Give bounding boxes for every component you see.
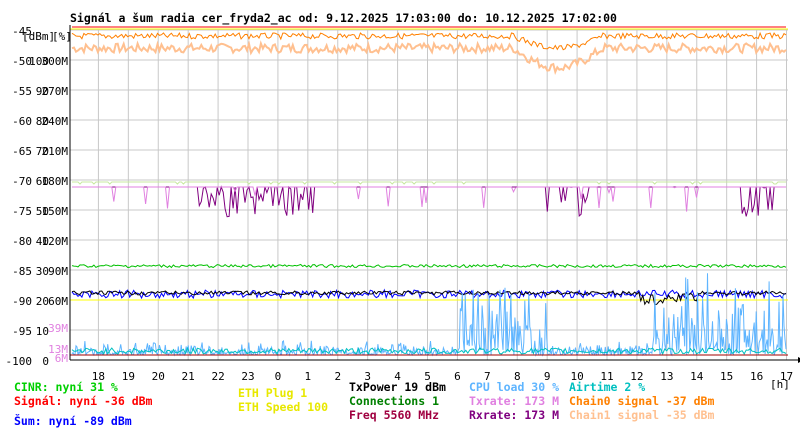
legend-cpu-load: CPU load 30 % [469, 380, 560, 394]
legend-txpower: TxPower 19 dBm [349, 380, 446, 394]
legend-eth-speed: ETH Speed 100 [238, 400, 329, 414]
legend-txrate: Txrate: 173 M [469, 394, 560, 408]
y-tick-rate: 240M [42, 115, 69, 128]
y-tick-dbm: -55 [12, 85, 32, 98]
legend-noise: Šum: nyní -89 dBm [14, 414, 132, 428]
y-tick-rate: 6M [55, 352, 69, 365]
y-tick-dbm: -95 [12, 325, 32, 338]
x-tick-label: 2 [334, 370, 341, 383]
y-tick-rate: 180M [42, 175, 69, 188]
legend-connections: Connections 1 [349, 394, 440, 408]
y-tick-dbm: -60 [12, 115, 32, 128]
y-tick-rate: 120M [42, 235, 69, 248]
y-tick-rate: 300M [42, 55, 69, 68]
y-tick-dbm: -65 [12, 145, 32, 158]
x-tick-label: 15 [720, 370, 733, 383]
legend-col-4: CPU load 30 % Txrate: 173 M Rxrate: 173 … [469, 380, 559, 422]
x-tick-label: 22 [211, 370, 224, 383]
legend-rxrate: Rxrate: 173 M [469, 408, 560, 422]
x-tick-label: 23 [241, 370, 254, 383]
x-tick-label: 1 [305, 370, 312, 383]
y-tick-pct: 0 [42, 355, 49, 368]
y-tick-dbm: -80 [12, 235, 32, 248]
x-tick-label: 17 [780, 370, 793, 383]
x-tick-label: 20 [152, 370, 165, 383]
y-tick-dbm: -85 [12, 265, 32, 278]
y-header-pct: [%] [52, 30, 72, 43]
series-txpower [71, 290, 787, 306]
legend-chain0: Chain0 signal -37 dBm [569, 394, 715, 408]
x-tick-label: 21 [182, 370, 195, 383]
tick-labels: 18 19 20 21 22 23 0 1 2 3 4 5 6 7 8 9 10 11 12 13 14 15 16 17-4… [6, 25, 794, 383]
y-tick-rate: 60M [48, 295, 68, 308]
y-tick-rate: 150M [42, 205, 69, 218]
y-tick-pct: 30 [36, 265, 49, 278]
x-tick-label: 16 [750, 370, 763, 383]
legend-cinr: CINR: nyní 31 % [14, 380, 118, 394]
y-tick-rate: 39M [48, 322, 68, 335]
legend-col-3: TxPower 19 dBm Connections 1 Freq 5560 M… [349, 380, 446, 422]
legend-col-2: ETH Plug 1 ETH Speed 100 [238, 386, 328, 414]
legend-freq: Freq 5560 MHz [349, 408, 440, 422]
grid [70, 29, 788, 361]
legend-airtime: Airtime 2 % [569, 380, 646, 394]
y-tick-dbm: -70 [12, 175, 32, 188]
y-tick-rate: 270M [42, 85, 69, 98]
legend-signal: Signál: nyní -36 dBm [14, 394, 153, 408]
y-tick-dbm: -45 [12, 25, 32, 38]
series-cpu-load [71, 273, 787, 357]
y-tick-pct: 10 [36, 325, 49, 338]
series-txrate [72, 186, 786, 212]
series-cinr [71, 263, 787, 269]
y-tick-dbm: -90 [12, 295, 32, 308]
legend-chain1: Chain1 signal -35 dBm [569, 408, 715, 422]
y-tick-dbm: -75 [12, 205, 32, 218]
series-chain1-signal [71, 40, 787, 75]
y-tick-rate: 210M [42, 145, 69, 158]
legend-col-5: Airtime 2 % Chain0 signal -37 dBm Chain1… [569, 380, 714, 422]
y-tick-dbm: -100 [6, 355, 33, 368]
series-rxrate [72, 185, 786, 218]
traces [70, 26, 788, 357]
x-tick-label: 6 [454, 370, 461, 383]
signal-noise-chart: Signál a šum radia cer_fryda2_ac od: 9.1… [6, 11, 800, 391]
series-connections [72, 181, 786, 185]
axes [69, 25, 800, 363]
chart-title: Signál a šum radia cer_fryda2_ac od: 9.1… [70, 11, 617, 26]
y-tick-rate: 90M [48, 265, 68, 278]
legend-eth-plug: ETH Plug 1 [238, 386, 308, 400]
legend-col-1: CINR: nyní 31 % Signál: nyní -36 dBm Šum… [14, 380, 152, 428]
x-tick-label: 0 [275, 370, 282, 383]
y-tick-pct: 20 [36, 295, 49, 308]
